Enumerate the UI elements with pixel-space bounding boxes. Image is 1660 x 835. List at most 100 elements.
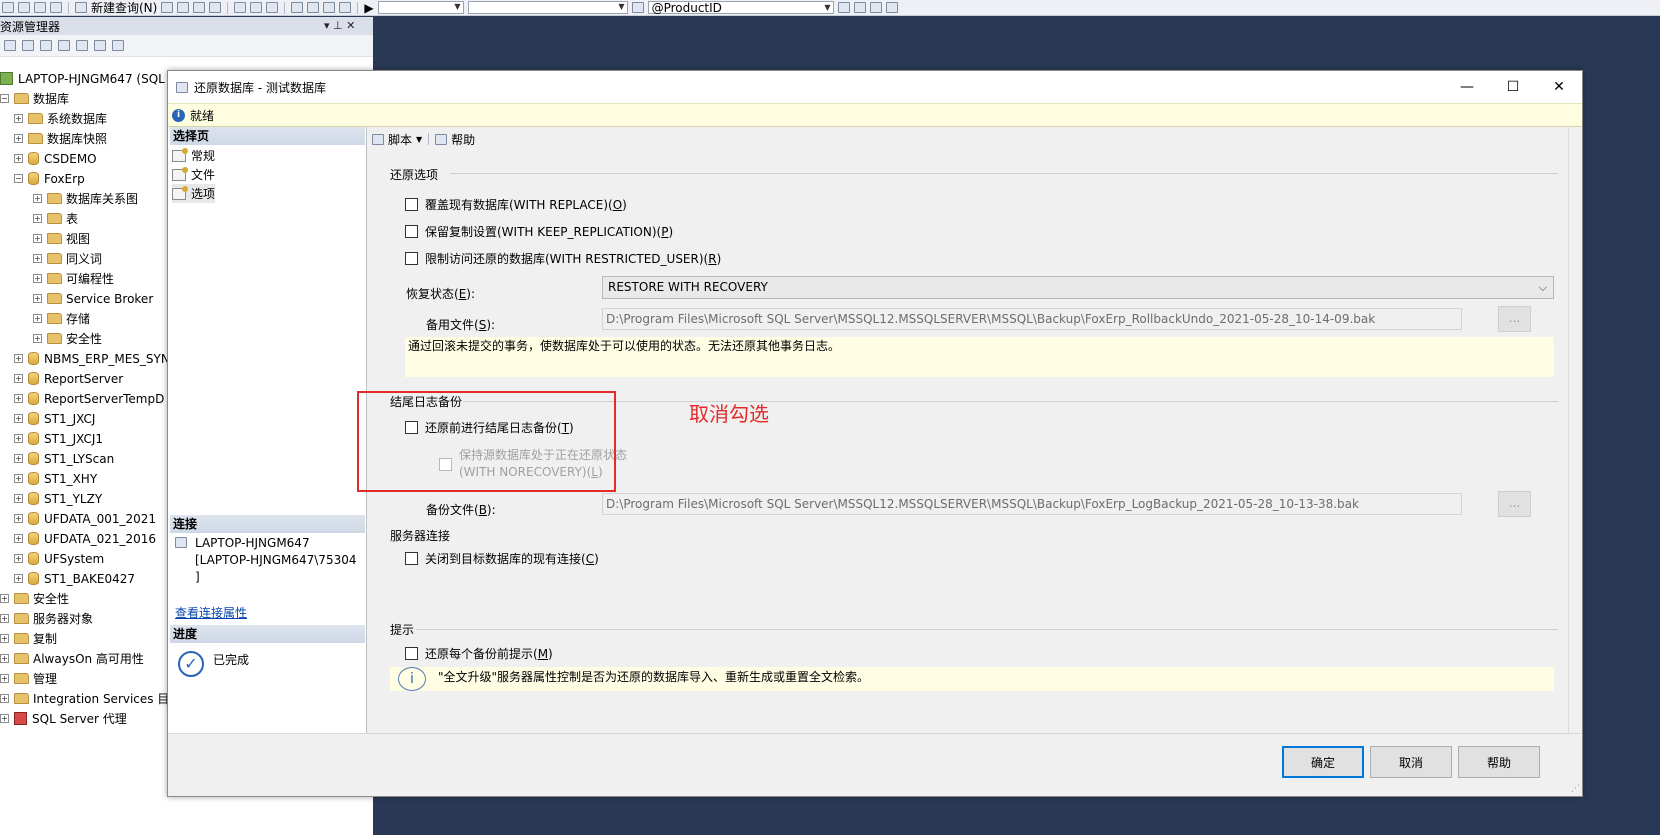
resize-grip-icon[interactable]: ⋰ [1571, 784, 1580, 794]
tree-snapshot[interactable]: + 数据库快照 [14, 129, 107, 148]
query-icon-4[interactable] [209, 2, 222, 13]
tree-security-sub[interactable]: + 安全性 [33, 329, 102, 348]
expand-icon[interactable]: + [0, 614, 9, 623]
find-icon[interactable] [631, 2, 644, 13]
recovery-state-select[interactable]: RESTORE WITH RECOVERY ⌵ [602, 276, 1554, 299]
tree-db-ufsystem[interactable]: + UFSystem [14, 549, 104, 568]
ok-button[interactable]: 确定 [1282, 746, 1364, 778]
query-icon-1[interactable] [161, 2, 174, 13]
stop-icon[interactable] [58, 40, 70, 51]
expand-icon[interactable]: + [33, 254, 42, 263]
tree-service-broker[interactable]: + Service Broker [33, 289, 153, 308]
expand-icon[interactable]: + [0, 674, 9, 683]
connect-icon[interactable] [4, 40, 16, 51]
tree-replication[interactable]: + 复制 [0, 629, 57, 648]
paste-icon[interactable] [266, 2, 279, 13]
help-icon[interactable] [435, 133, 448, 145]
expand-icon[interactable]: + [14, 474, 23, 483]
tree-tables[interactable]: + 表 [33, 209, 78, 228]
expand-icon[interactable]: + [14, 134, 23, 143]
expand-icon[interactable]: + [33, 274, 42, 283]
tree-db-st1-lyscan[interactable]: + ST1_LYScan [14, 449, 114, 468]
undo-icon[interactable] [291, 2, 304, 13]
expand-icon[interactable]: + [14, 534, 23, 543]
help-button[interactable]: 帮助 [451, 131, 475, 148]
help-button[interactable]: 帮助 [1458, 746, 1540, 778]
expand-icon[interactable]: + [14, 154, 23, 163]
checkbox-box[interactable] [405, 552, 418, 565]
checkbox-box[interactable] [405, 252, 418, 265]
expand-icon[interactable]: + [33, 334, 42, 343]
expand-icon[interactable]: + [33, 234, 42, 243]
expand-icon[interactable]: + [0, 634, 9, 643]
expand-icon[interactable]: + [33, 214, 42, 223]
debug-icon[interactable] [339, 2, 352, 13]
cancel-button[interactable]: 取消 [1370, 746, 1452, 778]
tree-integration[interactable]: + Integration Services 目录 [0, 689, 181, 708]
refresh-icon[interactable] [94, 40, 106, 51]
page-files[interactable]: 文件 [172, 165, 215, 184]
script-icon[interactable] [372, 133, 384, 145]
expand-icon[interactable]: + [14, 574, 23, 583]
tree-storage[interactable]: + 存储 [33, 309, 90, 328]
solution-config-combo[interactable]: ▼ [377, 1, 464, 14]
chevron-down-icon[interactable]: ▼ [416, 135, 422, 144]
page-options[interactable]: 选项 [172, 184, 216, 203]
tree-db-st1-xhy[interactable]: + ST1_XHY [14, 469, 97, 488]
expand-icon[interactable]: + [14, 554, 23, 563]
expand-icon[interactable]: + [14, 114, 23, 123]
expand-icon[interactable]: + [33, 294, 42, 303]
restricted-user-checkbox[interactable]: 限制访问还原的数据库(WITH RESTRICTED_USER)(R) [405, 250, 721, 267]
tree-db-ufdata-021[interactable]: + UFDATA_021_2016 [14, 529, 156, 548]
script-button[interactable]: 脚本 [388, 131, 412, 148]
tool-icon-2[interactable] [853, 2, 866, 13]
expand-icon[interactable]: + [14, 414, 23, 423]
tree-alwayson[interactable]: + AlwaysOn 高可用性 [0, 649, 144, 668]
filter-icon[interactable] [76, 40, 88, 51]
connect-db-icon[interactable] [22, 40, 34, 51]
checkbox-box[interactable] [405, 225, 418, 238]
tree-programmability[interactable]: + 可编程性 [33, 269, 114, 288]
expand-icon[interactable]: + [14, 514, 23, 523]
expand-icon[interactable]: + [14, 494, 23, 503]
tree-db-csdemo[interactable]: + CSDEMO [14, 149, 97, 168]
param-combo[interactable]: @ProductID ▼ [647, 1, 834, 14]
expand-icon[interactable]: + [0, 594, 9, 603]
new-query-button[interactable]: 新建查询(N) [91, 0, 157, 16]
view-connection-properties-link[interactable]: 查看连接属性 [175, 604, 247, 621]
tree-databases[interactable]: − 数据库 [0, 89, 69, 108]
tool-icon-1[interactable] [837, 2, 850, 13]
with-replace-checkbox[interactable]: 覆盖现有数据库(WITH REPLACE)(O) [405, 196, 627, 213]
tree-synonyms[interactable]: + 同义词 [33, 249, 102, 268]
query-icon-2[interactable] [177, 2, 190, 13]
new-file-icon[interactable] [2, 2, 14, 13]
copy-icon[interactable] [250, 2, 263, 13]
keep-replication-checkbox[interactable]: 保留复制设置(WITH KEEP_REPLICATION)(P) [405, 223, 673, 240]
expand-icon[interactable]: + [14, 434, 23, 443]
expand-icon[interactable]: + [0, 694, 9, 703]
tool-icon-4[interactable] [885, 2, 898, 13]
tree-db-reporttemp[interactable]: + ReportServerTempD [14, 389, 164, 408]
navigate-icon[interactable] [323, 2, 336, 13]
expand-icon[interactable]: + [33, 314, 42, 323]
expand-icon[interactable]: + [14, 374, 23, 383]
explorer-pin-controls[interactable]: ▾ ⊥ ✕ [324, 19, 355, 32]
expand-icon[interactable]: + [14, 454, 23, 463]
expand-icon[interactable]: + [0, 654, 9, 663]
disconnect-icon[interactable] [40, 40, 52, 51]
tree-db-st1-bake[interactable]: + ST1_BAKE0427 [14, 569, 135, 588]
play-icon[interactable]: ▶ [364, 1, 373, 15]
tree-views[interactable]: + 视图 [33, 229, 90, 248]
expand-icon[interactable]: + [0, 714, 9, 723]
tree-diagrams[interactable]: + 数据库关系图 [33, 189, 138, 208]
expand-icon[interactable]: + [33, 194, 42, 203]
expand-icon[interactable]: + [14, 394, 23, 403]
tree-db-st1-jxcj[interactable]: + ST1_JXCJ [14, 409, 95, 428]
open-file-icon[interactable] [18, 2, 30, 13]
page-general[interactable]: 常规 [172, 146, 215, 165]
redo-icon[interactable] [307, 2, 320, 13]
tree-security[interactable]: + 安全性 [0, 589, 69, 608]
tool-icon-3[interactable] [869, 2, 882, 13]
expand-icon[interactable]: + [14, 354, 23, 363]
cut-icon[interactable] [234, 2, 247, 13]
